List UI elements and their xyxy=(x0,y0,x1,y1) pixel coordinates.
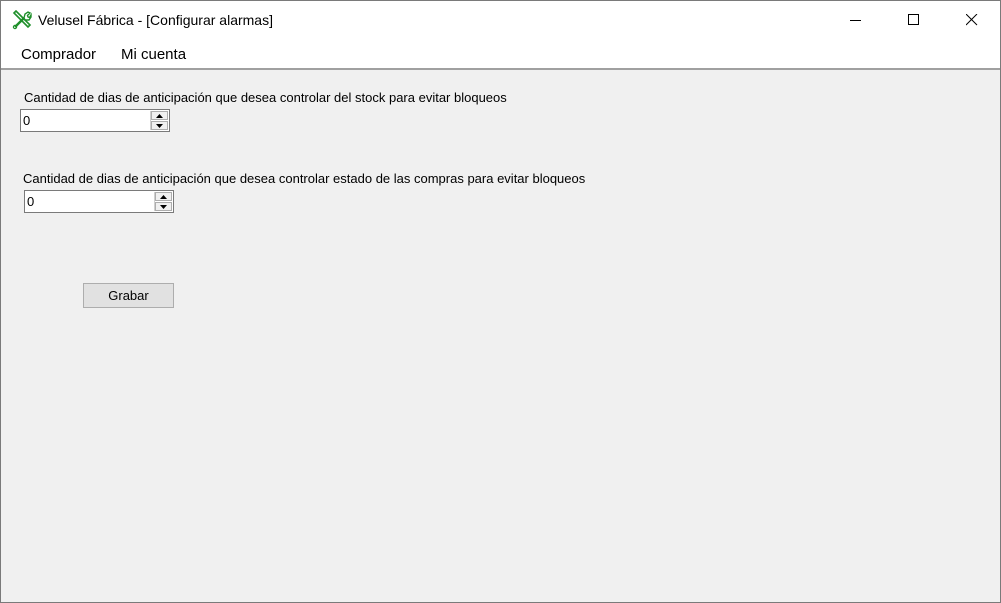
arrow-up-icon xyxy=(156,114,163,118)
stepper-down-button[interactable] xyxy=(155,202,172,211)
app-window: Velusel Fábrica - [Configurar alarmas] C… xyxy=(0,0,1001,603)
arrow-down-icon xyxy=(156,124,163,128)
purchase-days-value[interactable]: 0 xyxy=(27,194,34,209)
save-button[interactable]: Grabar xyxy=(83,283,174,308)
stock-days-label: Cantidad de dias de anticipación que des… xyxy=(24,90,507,105)
maximize-icon xyxy=(908,14,919,25)
close-icon xyxy=(966,14,978,26)
tools-icon xyxy=(12,9,32,30)
purchase-days-stepper[interactable]: 0 xyxy=(24,190,174,213)
purchase-days-label: Cantidad de dias de anticipación que des… xyxy=(23,171,586,186)
arrow-up-icon xyxy=(160,195,167,199)
title-bar[interactable]: Velusel Fábrica - [Configurar alarmas] xyxy=(1,1,1000,39)
stepper-arrows xyxy=(154,192,172,211)
menu-mi-cuenta[interactable]: Mi cuenta xyxy=(121,46,186,63)
arrow-down-icon xyxy=(160,205,167,209)
stepper-up-button[interactable] xyxy=(155,192,172,201)
stepper-up-button[interactable] xyxy=(151,111,168,120)
menu-bar: Comprador Mi cuenta xyxy=(1,39,1000,70)
stock-days-value[interactable]: 0 xyxy=(23,113,30,128)
maximize-button[interactable] xyxy=(885,1,943,39)
window-title: Velusel Fábrica - [Configurar alarmas] xyxy=(38,12,273,28)
menu-comprador[interactable]: Comprador xyxy=(21,46,96,63)
stepper-down-button[interactable] xyxy=(151,121,168,130)
minimize-button[interactable] xyxy=(827,1,885,39)
minimize-icon xyxy=(850,20,861,21)
close-button[interactable] xyxy=(943,1,1000,39)
stock-days-stepper[interactable]: 0 xyxy=(20,109,170,132)
stepper-arrows xyxy=(150,111,168,130)
